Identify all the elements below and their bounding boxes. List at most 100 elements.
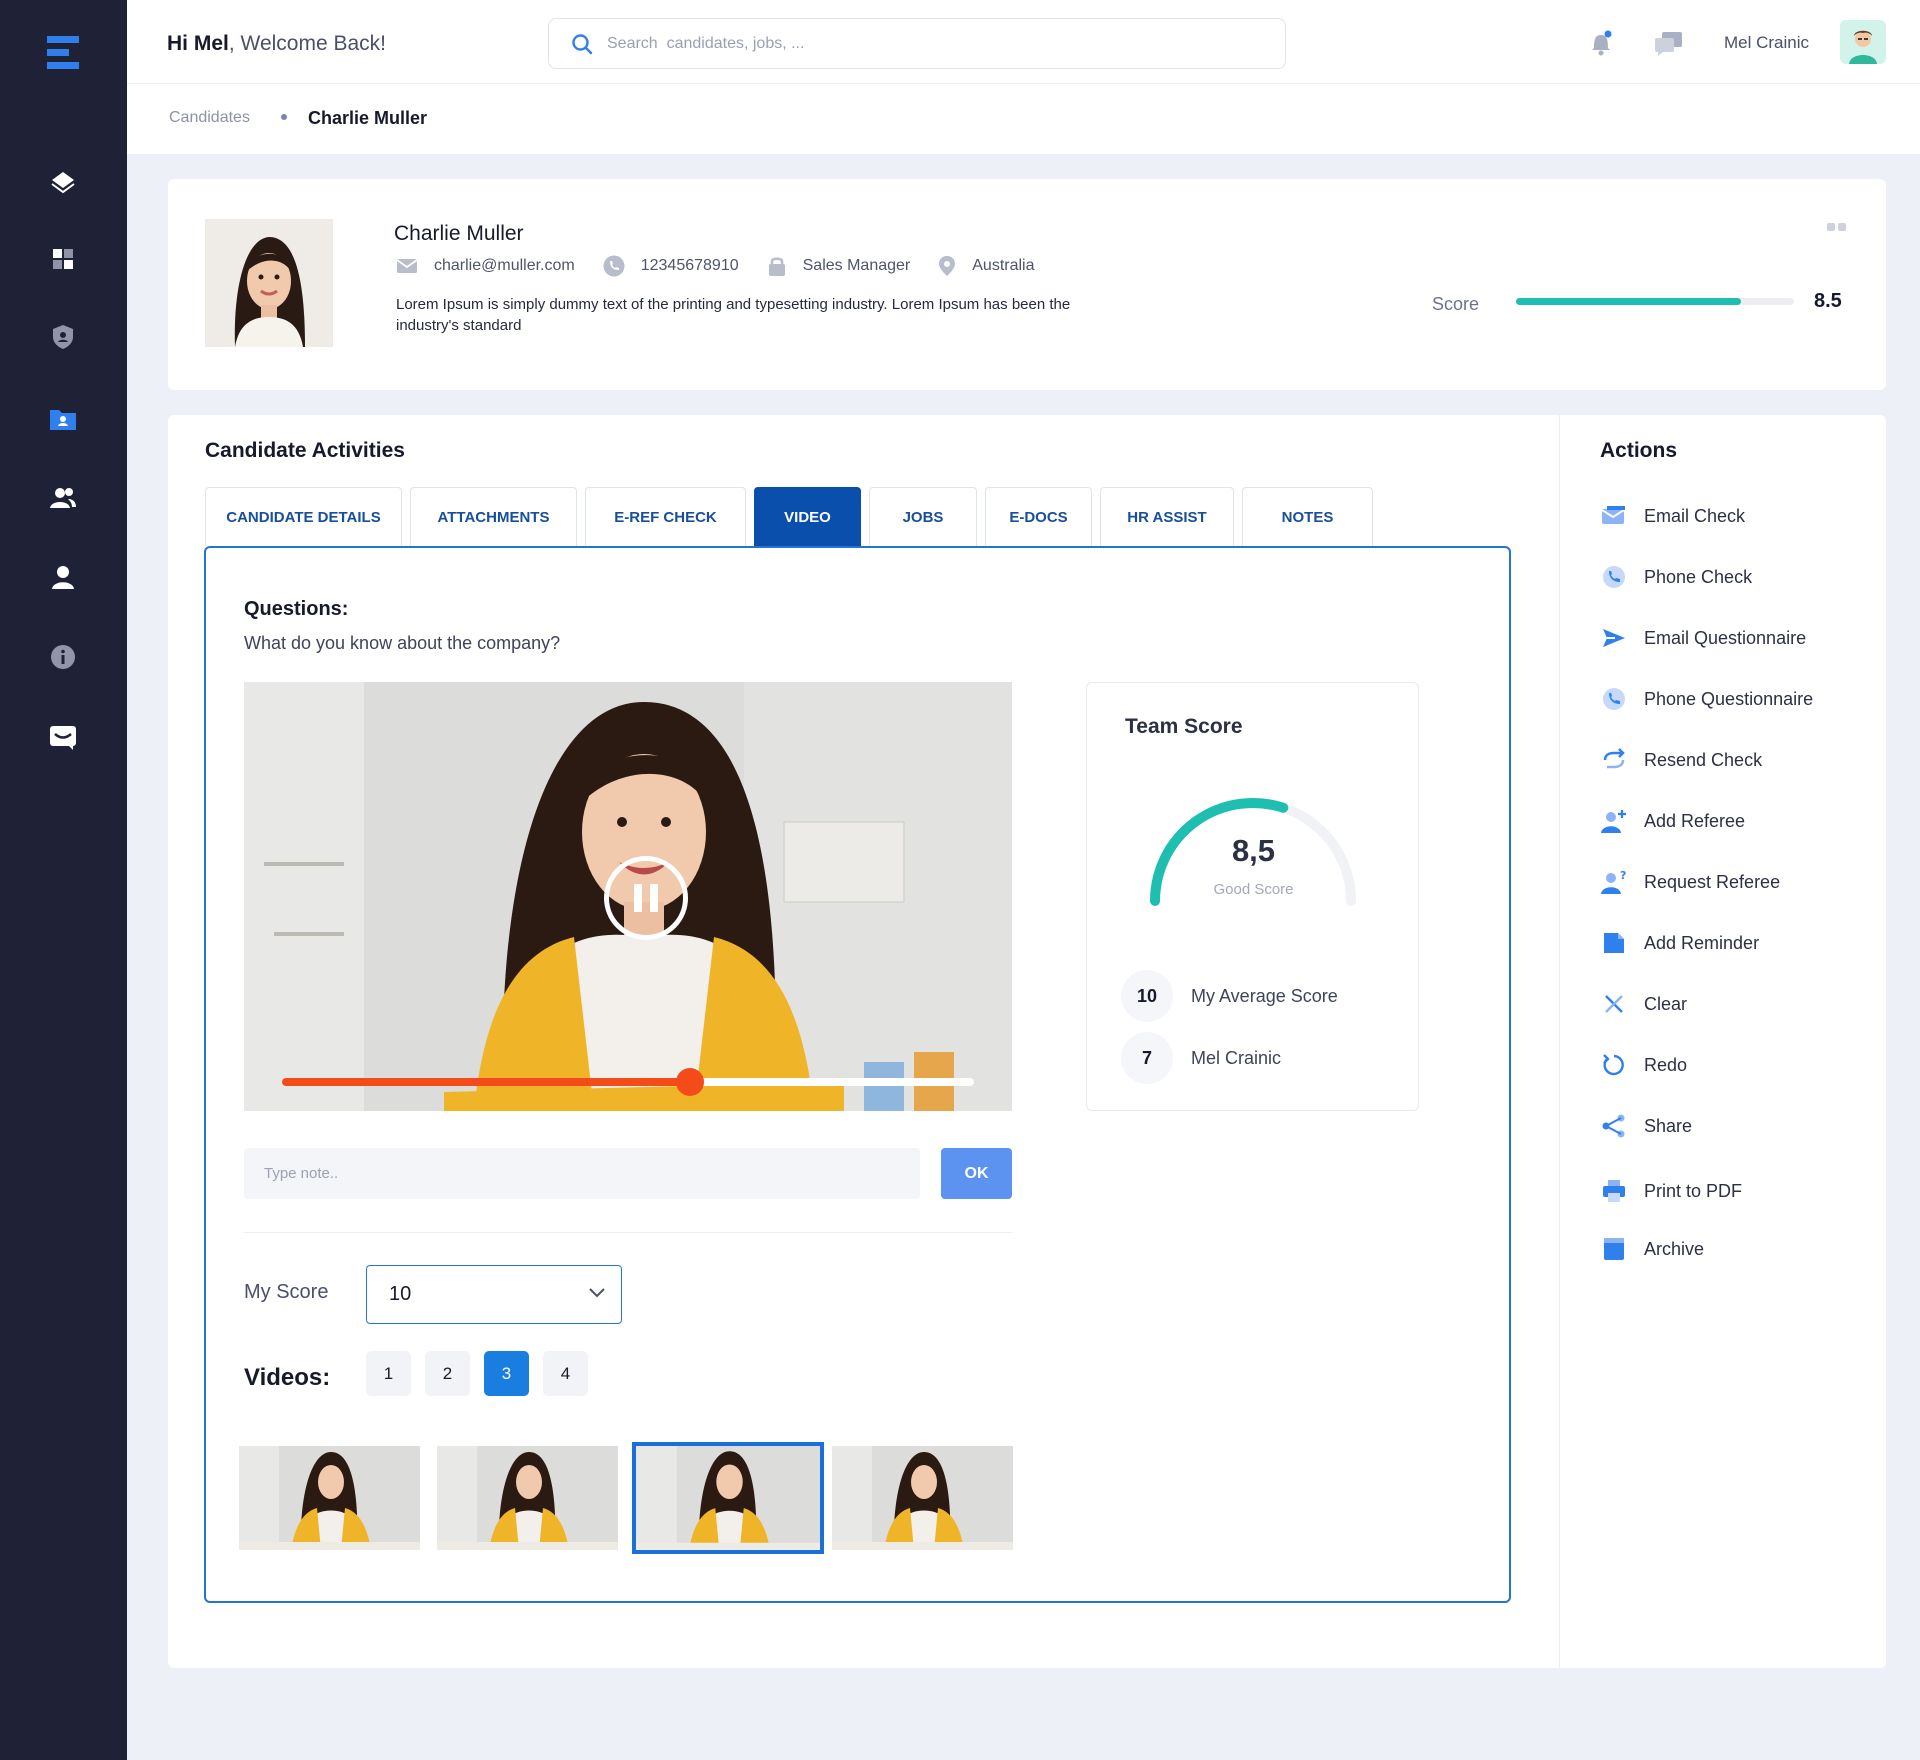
candidate-location-text: Australia bbox=[972, 257, 1035, 274]
actions-title: Actions bbox=[1600, 439, 1678, 462]
svg-text:?: ? bbox=[1620, 869, 1626, 882]
note-input[interactable] bbox=[244, 1148, 920, 1199]
action-label: Phone Questionnaire bbox=[1644, 688, 1814, 709]
request-user-icon: ? bbox=[1600, 868, 1628, 896]
action-label: Request Referee bbox=[1644, 871, 1781, 892]
breadcrumb-separator bbox=[281, 114, 287, 120]
action-label: Print to PDF bbox=[1644, 1180, 1743, 1201]
users-icon[interactable] bbox=[46, 481, 80, 515]
layers-icon[interactable] bbox=[46, 165, 80, 199]
ok-button[interactable]: OK bbox=[941, 1148, 1012, 1199]
resend-icon bbox=[1600, 746, 1628, 774]
candidate-name: Charlie Muller bbox=[394, 222, 524, 245]
tab-attachments[interactable]: ATTACHMENTS bbox=[410, 487, 577, 546]
breadcrumb-candidates-link[interactable]: Candidates bbox=[169, 109, 250, 127]
action-request-referee[interactable]: ? Request Referee bbox=[1600, 868, 1780, 896]
video-number-2[interactable]: 2 bbox=[425, 1351, 470, 1396]
video-panel: Questions: What do you know about the co… bbox=[204, 546, 1511, 1603]
tab-notes[interactable]: NOTES bbox=[1242, 487, 1373, 546]
action-label: Share bbox=[1644, 1115, 1693, 1136]
question-text: What do you know about the company? bbox=[244, 633, 561, 653]
action-print-to-pdf[interactable]: Print to PDF bbox=[1600, 1177, 1742, 1205]
notification-bell-icon[interactable] bbox=[1586, 28, 1616, 58]
folder-user-icon[interactable] bbox=[46, 402, 80, 436]
action-resend-check[interactable]: Resend Check bbox=[1600, 746, 1762, 774]
team-score-card: Team Score 8,5 Good Score 10 My Average … bbox=[1086, 682, 1419, 1111]
action-add-reminder[interactable]: Add Reminder bbox=[1600, 929, 1759, 957]
search-bar[interactable] bbox=[548, 18, 1286, 69]
phone-check-icon bbox=[1600, 563, 1628, 591]
action-label: Email Check bbox=[1644, 505, 1746, 526]
tab-candidate-details[interactable]: CANDIDATE DETAILS bbox=[205, 487, 402, 546]
action-share[interactable]: Share bbox=[1600, 1112, 1692, 1140]
tab-e-docs[interactable]: E-DOCS bbox=[985, 487, 1092, 546]
candidate-activities-card: Candidate Activities CANDIDATE DETAILS A… bbox=[168, 415, 1886, 1668]
top-header: Hi Mel, Welcome Back! Mel Crainic bbox=[127, 0, 1920, 84]
action-email-questionnaire[interactable]: Email Questionnaire bbox=[1600, 624, 1806, 652]
candidate-phone-text: 12345678910 bbox=[640, 257, 739, 274]
activities-title: Candidate Activities bbox=[205, 439, 405, 462]
pause-button[interactable] bbox=[604, 856, 688, 940]
candidate-profile-card: Charlie Muller charlie@muller.com 123456… bbox=[168, 179, 1886, 390]
action-archive[interactable]: Archive bbox=[1600, 1235, 1704, 1263]
tab-hr-assist[interactable]: HR ASSIST bbox=[1100, 487, 1234, 546]
video-number-1[interactable]: 1 bbox=[366, 1351, 411, 1396]
score-value: 8.5 bbox=[1814, 290, 1842, 312]
candidate-email[interactable]: charlie@muller.com bbox=[396, 257, 575, 275]
lock-icon bbox=[768, 257, 785, 276]
tab-jobs[interactable]: JOBS bbox=[869, 487, 977, 546]
action-redo[interactable]: Redo bbox=[1600, 1051, 1687, 1079]
action-label: Archive bbox=[1644, 1238, 1705, 1259]
avatar[interactable] bbox=[1840, 20, 1886, 64]
videos-label: Videos: bbox=[244, 1364, 331, 1391]
tab-video[interactable]: VIDEO bbox=[754, 487, 861, 546]
info-icon[interactable] bbox=[46, 640, 80, 674]
video-progress-fill bbox=[282, 1078, 691, 1086]
my-score-selected-value: 10 bbox=[389, 1283, 412, 1305]
video-number-3[interactable]: 3 bbox=[484, 1351, 529, 1396]
video-thumbnail-4[interactable] bbox=[832, 1446, 1013, 1550]
action-add-referee[interactable]: Add Referee bbox=[1600, 807, 1745, 835]
actions-divider bbox=[1559, 415, 1560, 1668]
video-number-4[interactable]: 4 bbox=[543, 1351, 588, 1396]
tab-e-ref-check[interactable]: E-REF CHECK bbox=[585, 487, 746, 546]
menu-logo-icon[interactable] bbox=[47, 36, 79, 76]
candidate-phone[interactable]: 12345678910 bbox=[603, 255, 739, 277]
video-thumbnail-1[interactable] bbox=[239, 1446, 420, 1550]
action-label: Redo bbox=[1644, 1054, 1688, 1075]
user-icon[interactable] bbox=[46, 560, 80, 594]
chat-icon[interactable] bbox=[1653, 28, 1683, 58]
candidate-role-text: Sales Manager bbox=[802, 257, 911, 274]
my-score-select[interactable]: 10 bbox=[366, 1265, 622, 1324]
action-label: Resend Check bbox=[1644, 749, 1763, 770]
action-email-check[interactable]: Email Check bbox=[1600, 502, 1745, 530]
share-icon bbox=[1600, 1112, 1628, 1140]
candidate-meta: charlie@muller.com 12345678910 Sales Man… bbox=[396, 255, 1063, 277]
video-progress-bar[interactable] bbox=[282, 1068, 974, 1096]
candidate-email-text: charlie@muller.com bbox=[434, 257, 575, 274]
more-options-icon[interactable] bbox=[1824, 223, 1846, 231]
breadcrumb-current: Charlie Muller bbox=[308, 108, 428, 128]
add-user-icon bbox=[1600, 807, 1628, 835]
clear-icon bbox=[1600, 990, 1628, 1018]
action-clear[interactable]: Clear bbox=[1600, 990, 1687, 1018]
dashboard-icon[interactable] bbox=[46, 242, 80, 276]
video-thumbnail-2[interactable] bbox=[437, 1446, 618, 1550]
divider bbox=[244, 1232, 1012, 1233]
video-player[interactable] bbox=[244, 682, 1012, 1111]
action-phone-questionnaire[interactable]: Phone Questionnaire bbox=[1600, 685, 1813, 713]
my-average-score-label: My Average Score bbox=[1191, 985, 1338, 1006]
action-phone-check[interactable]: Phone Check bbox=[1600, 563, 1752, 591]
action-label: Phone Check bbox=[1644, 566, 1753, 587]
inbox-icon[interactable] bbox=[46, 720, 80, 754]
search-input[interactable] bbox=[607, 34, 1207, 53]
redo-icon bbox=[1600, 1051, 1628, 1079]
video-thumbnail-3[interactable] bbox=[632, 1442, 824, 1554]
candidate-location: Australia bbox=[938, 255, 1035, 277]
action-label: Add Referee bbox=[1644, 810, 1746, 831]
user-name[interactable]: Mel Crainic bbox=[1724, 33, 1809, 53]
candidate-description: Lorem Ipsum is simply dummy text of the … bbox=[396, 296, 1071, 334]
shield-user-icon[interactable] bbox=[46, 320, 80, 354]
my-score-label: My Score bbox=[244, 1281, 329, 1303]
activity-tabs: CANDIDATE DETAILS ATTACHMENTS E-REF CHEC… bbox=[205, 487, 1381, 546]
